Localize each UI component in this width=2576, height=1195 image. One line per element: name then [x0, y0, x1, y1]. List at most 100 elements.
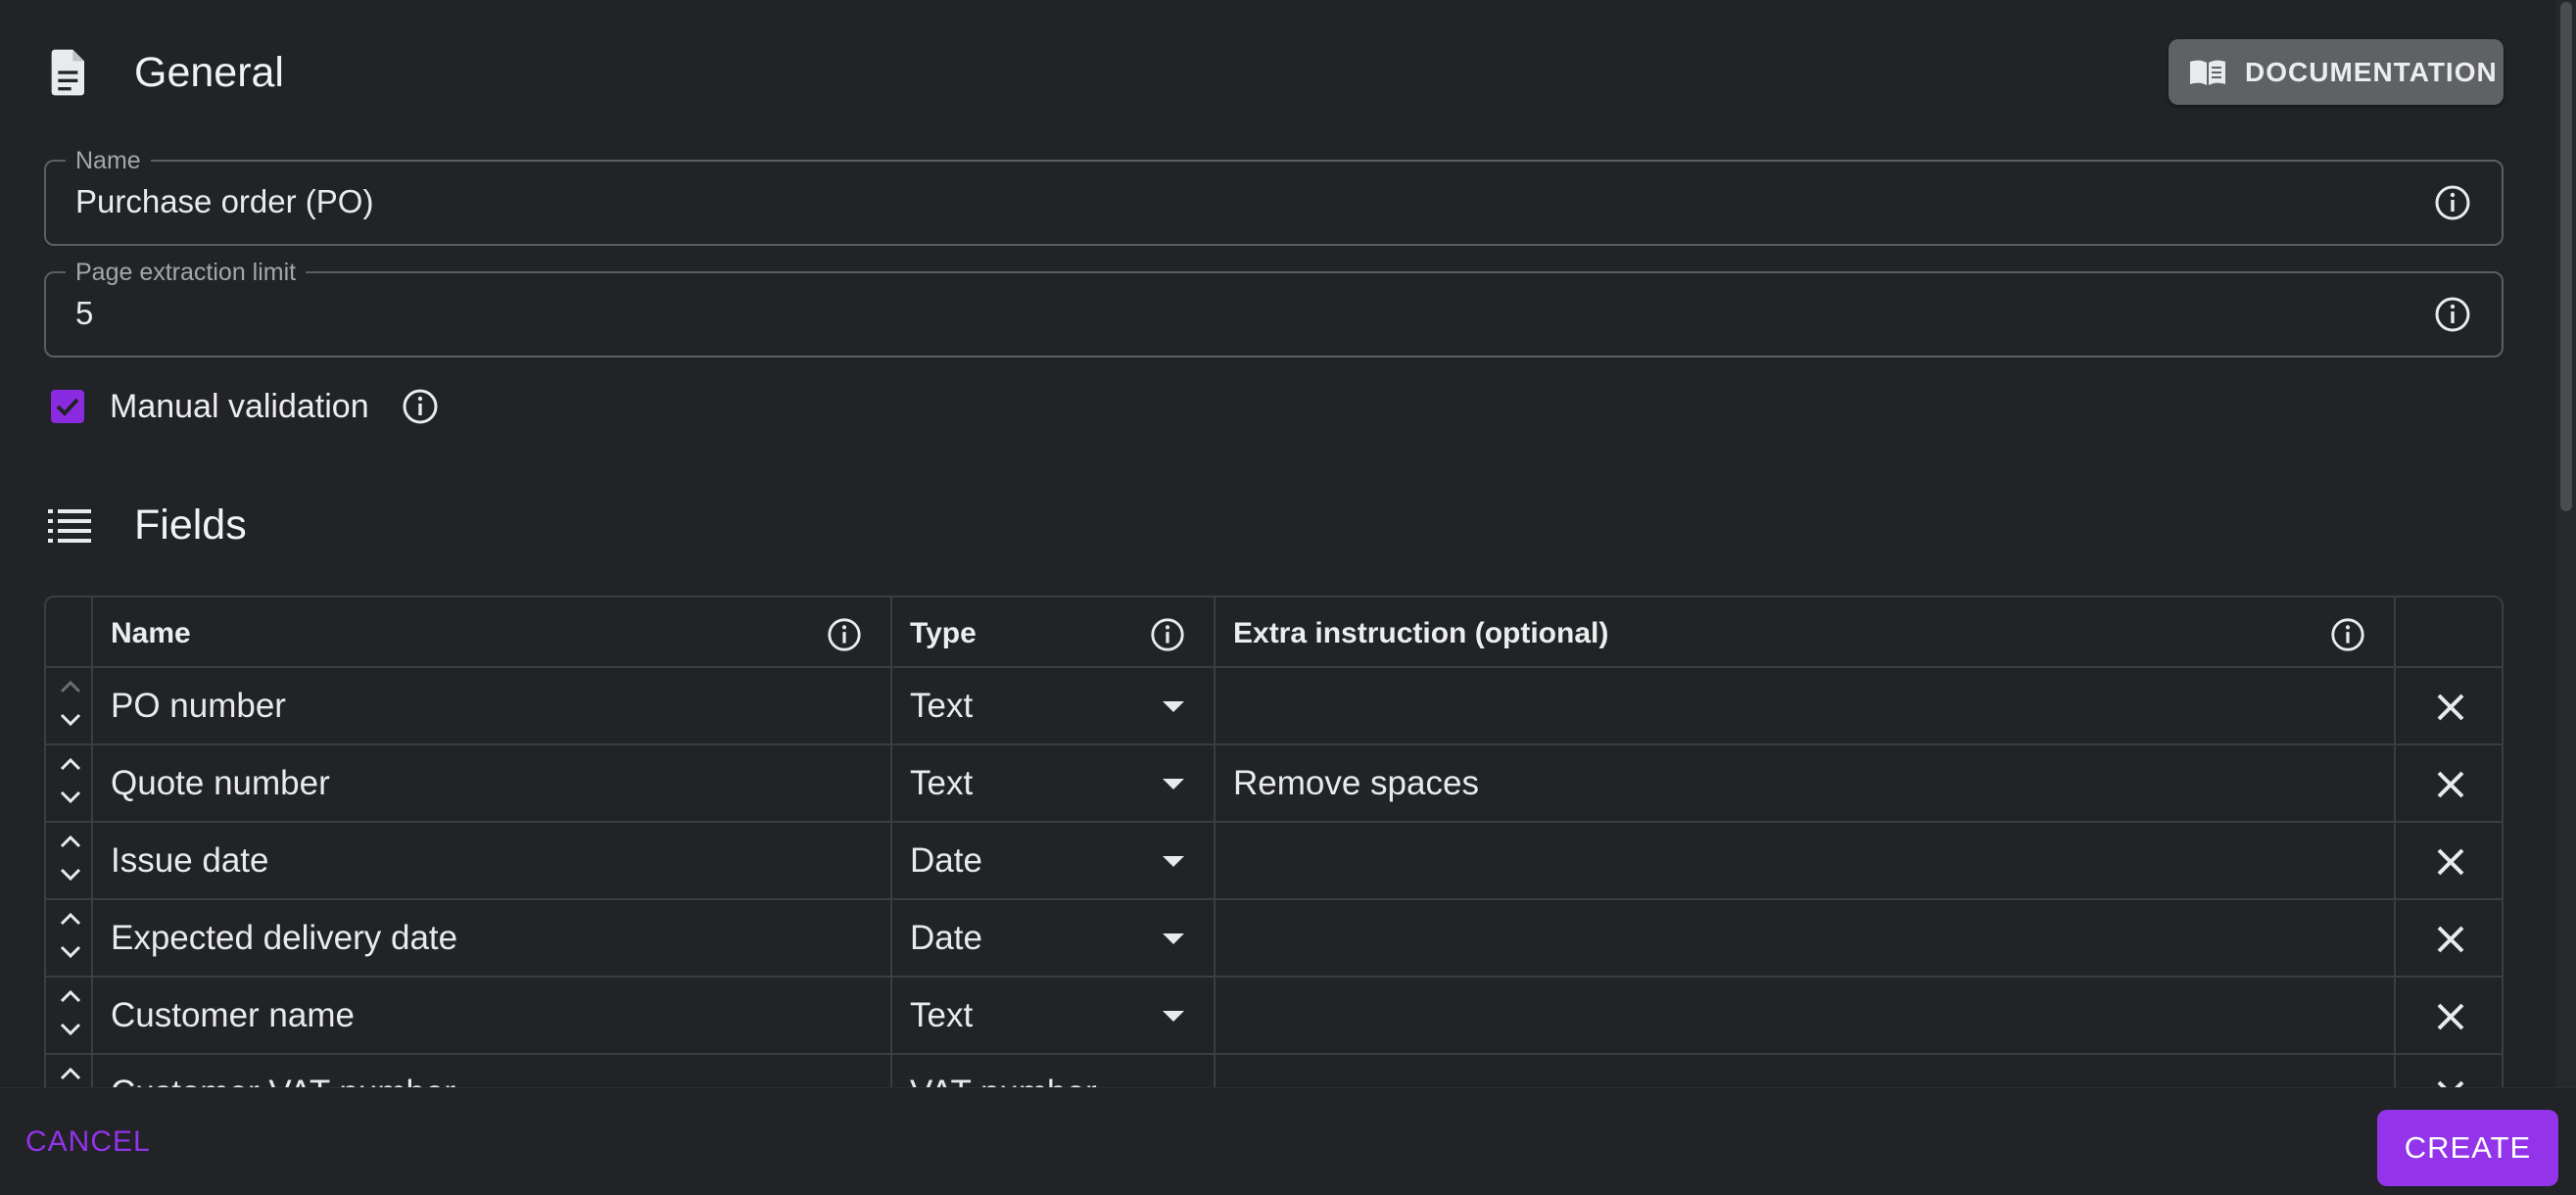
cancel-button[interactable]: CANCEL: [25, 1125, 151, 1159]
info-icon[interactable]: [826, 616, 863, 653]
field-type-value: Text: [910, 764, 974, 802]
field-extra-cell[interactable]: [1216, 1055, 2396, 1087]
info-icon[interactable]: [401, 387, 440, 426]
close-icon[interactable]: [2431, 842, 2470, 882]
chevron-up-icon[interactable]: [58, 910, 83, 928]
book-icon: [2188, 56, 2227, 89]
documentation-button[interactable]: DOCUMENTATION: [2169, 39, 2504, 105]
field-name-cell[interactable]: Expected delivery date: [93, 900, 892, 976]
field-name-input[interactable]: Customer VAT number: [111, 1074, 455, 1087]
documentation-label: DOCUMENTATION: [2245, 56, 2498, 87]
name-field-value[interactable]: Purchase order (PO): [75, 183, 373, 220]
field-type-select[interactable]: Text: [892, 745, 1216, 821]
vertical-scrollbar[interactable]: [2556, 0, 2576, 1087]
field-extra-input[interactable]: Remove spaces: [1233, 764, 1479, 803]
create-button[interactable]: CREATE: [2377, 1110, 2558, 1186]
table-header-row: Name Type Extra instruction (optional): [46, 598, 2502, 668]
form-content: General DOCUMENTATION Name Purchase orde…: [0, 0, 2547, 1087]
column-header-extra: Extra instruction (optional): [1233, 617, 1609, 649]
field-type-select[interactable]: Date: [892, 823, 1216, 898]
field-name-input[interactable]: Issue date: [111, 841, 269, 881]
field-name-cell[interactable]: Customer name: [93, 978, 892, 1053]
field-name-input[interactable]: Quote number: [111, 764, 330, 803]
fields-table: Name Type Extra instruction (optional) P…: [44, 596, 2504, 1087]
chevron-up-icon[interactable]: [58, 1065, 83, 1082]
chevron-down-icon[interactable]: [58, 1021, 83, 1038]
table-row: Customer name Text: [46, 978, 2502, 1055]
manual-validation-checkbox[interactable]: [51, 390, 84, 423]
field-name-cell[interactable]: Issue date: [93, 823, 892, 898]
delete-row-cell: [2396, 978, 2502, 1053]
close-icon[interactable]: [2431, 1075, 2470, 1087]
header-type-cell: Type: [892, 598, 1216, 666]
field-type-select[interactable]: Text: [892, 978, 1216, 1053]
list-icon: [44, 500, 95, 550]
page-limit-label: Page extraction limit: [66, 259, 307, 286]
field-extra-cell[interactable]: [1216, 823, 2396, 898]
general-section-header: General: [44, 47, 284, 98]
row-reorder-cell: [46, 823, 93, 898]
info-icon[interactable]: [2433, 295, 2472, 334]
chevron-up-icon[interactable]: [58, 833, 83, 850]
fields-section-header: Fields: [44, 500, 247, 550]
dropdown-arrow-icon[interactable]: [1163, 701, 1184, 712]
dropdown-arrow-icon[interactable]: [1163, 1011, 1184, 1022]
table-row: Customer VAT number VAT number: [46, 1055, 2502, 1087]
field-name-cell[interactable]: PO number: [93, 668, 892, 743]
field-name-input[interactable]: Expected delivery date: [111, 919, 457, 958]
header-extra-cell: Extra instruction (optional): [1216, 598, 2396, 666]
delete-row-cell: [2396, 745, 2502, 821]
chevron-down-icon[interactable]: [58, 866, 83, 884]
check-icon: [56, 398, 79, 416]
table-row: Expected delivery date Date: [46, 900, 2502, 978]
chevron-down-icon[interactable]: [58, 789, 83, 806]
row-reorder-cell: [46, 745, 93, 821]
close-icon[interactable]: [2431, 997, 2470, 1036]
fields-title: Fields: [134, 501, 247, 549]
close-icon[interactable]: [2431, 688, 2470, 727]
dropdown-arrow-icon[interactable]: [1163, 779, 1184, 789]
dialog-footer: CANCEL CREATE: [0, 1087, 2576, 1195]
field-extra-cell[interactable]: [1216, 668, 2396, 743]
manual-validation-row: Manual validation: [51, 387, 440, 426]
field-type-select[interactable]: Date: [892, 900, 1216, 976]
chevron-down-icon[interactable]: [58, 711, 83, 729]
info-icon[interactable]: [2329, 616, 2366, 653]
info-icon[interactable]: [1149, 616, 1186, 653]
field-type-select[interactable]: Text: [892, 668, 1216, 743]
column-header-type: Type: [910, 617, 977, 649]
row-reorder-cell: [46, 978, 93, 1053]
delete-row-cell: [2396, 668, 2502, 743]
close-icon[interactable]: [2431, 920, 2470, 959]
delete-row-cell: [2396, 823, 2502, 898]
chevron-up-icon[interactable]: [58, 755, 83, 773]
page-limit-value[interactable]: 5: [75, 295, 93, 332]
field-name-cell[interactable]: Customer VAT number: [93, 1055, 892, 1087]
chevron-up-icon[interactable]: [58, 987, 83, 1005]
field-name-cell[interactable]: Quote number: [93, 745, 892, 821]
header-handle-cell: [46, 598, 93, 666]
field-type-value: Text: [910, 996, 974, 1034]
document-icon: [44, 47, 95, 98]
field-extra-cell[interactable]: [1216, 900, 2396, 976]
chevron-up-icon[interactable]: [58, 678, 83, 695]
row-reorder-cell: [46, 668, 93, 743]
field-extra-cell[interactable]: [1216, 978, 2396, 1053]
chevron-down-icon[interactable]: [58, 943, 83, 961]
name-field[interactable]: Name Purchase order (PO): [44, 147, 2504, 246]
scrollbar-thumb[interactable]: [2560, 2, 2572, 511]
dropdown-arrow-icon[interactable]: [1163, 856, 1184, 867]
field-name-input[interactable]: Customer name: [111, 996, 355, 1035]
field-name-input[interactable]: PO number: [111, 687, 286, 726]
row-reorder-cell: [46, 900, 93, 976]
dropdown-arrow-icon[interactable]: [1163, 933, 1184, 944]
table-row: Issue date Date: [46, 823, 2502, 900]
manual-validation-label: Manual validation: [110, 387, 369, 425]
field-type-value: Date: [910, 919, 982, 957]
info-icon[interactable]: [2433, 183, 2472, 222]
close-icon[interactable]: [2431, 765, 2470, 804]
field-type-select[interactable]: VAT number: [892, 1055, 1216, 1087]
header-name-cell: Name: [93, 598, 892, 666]
field-extra-cell[interactable]: Remove spaces: [1216, 745, 2396, 821]
page-extraction-limit-field[interactable]: Page extraction limit 5: [44, 259, 2504, 358]
